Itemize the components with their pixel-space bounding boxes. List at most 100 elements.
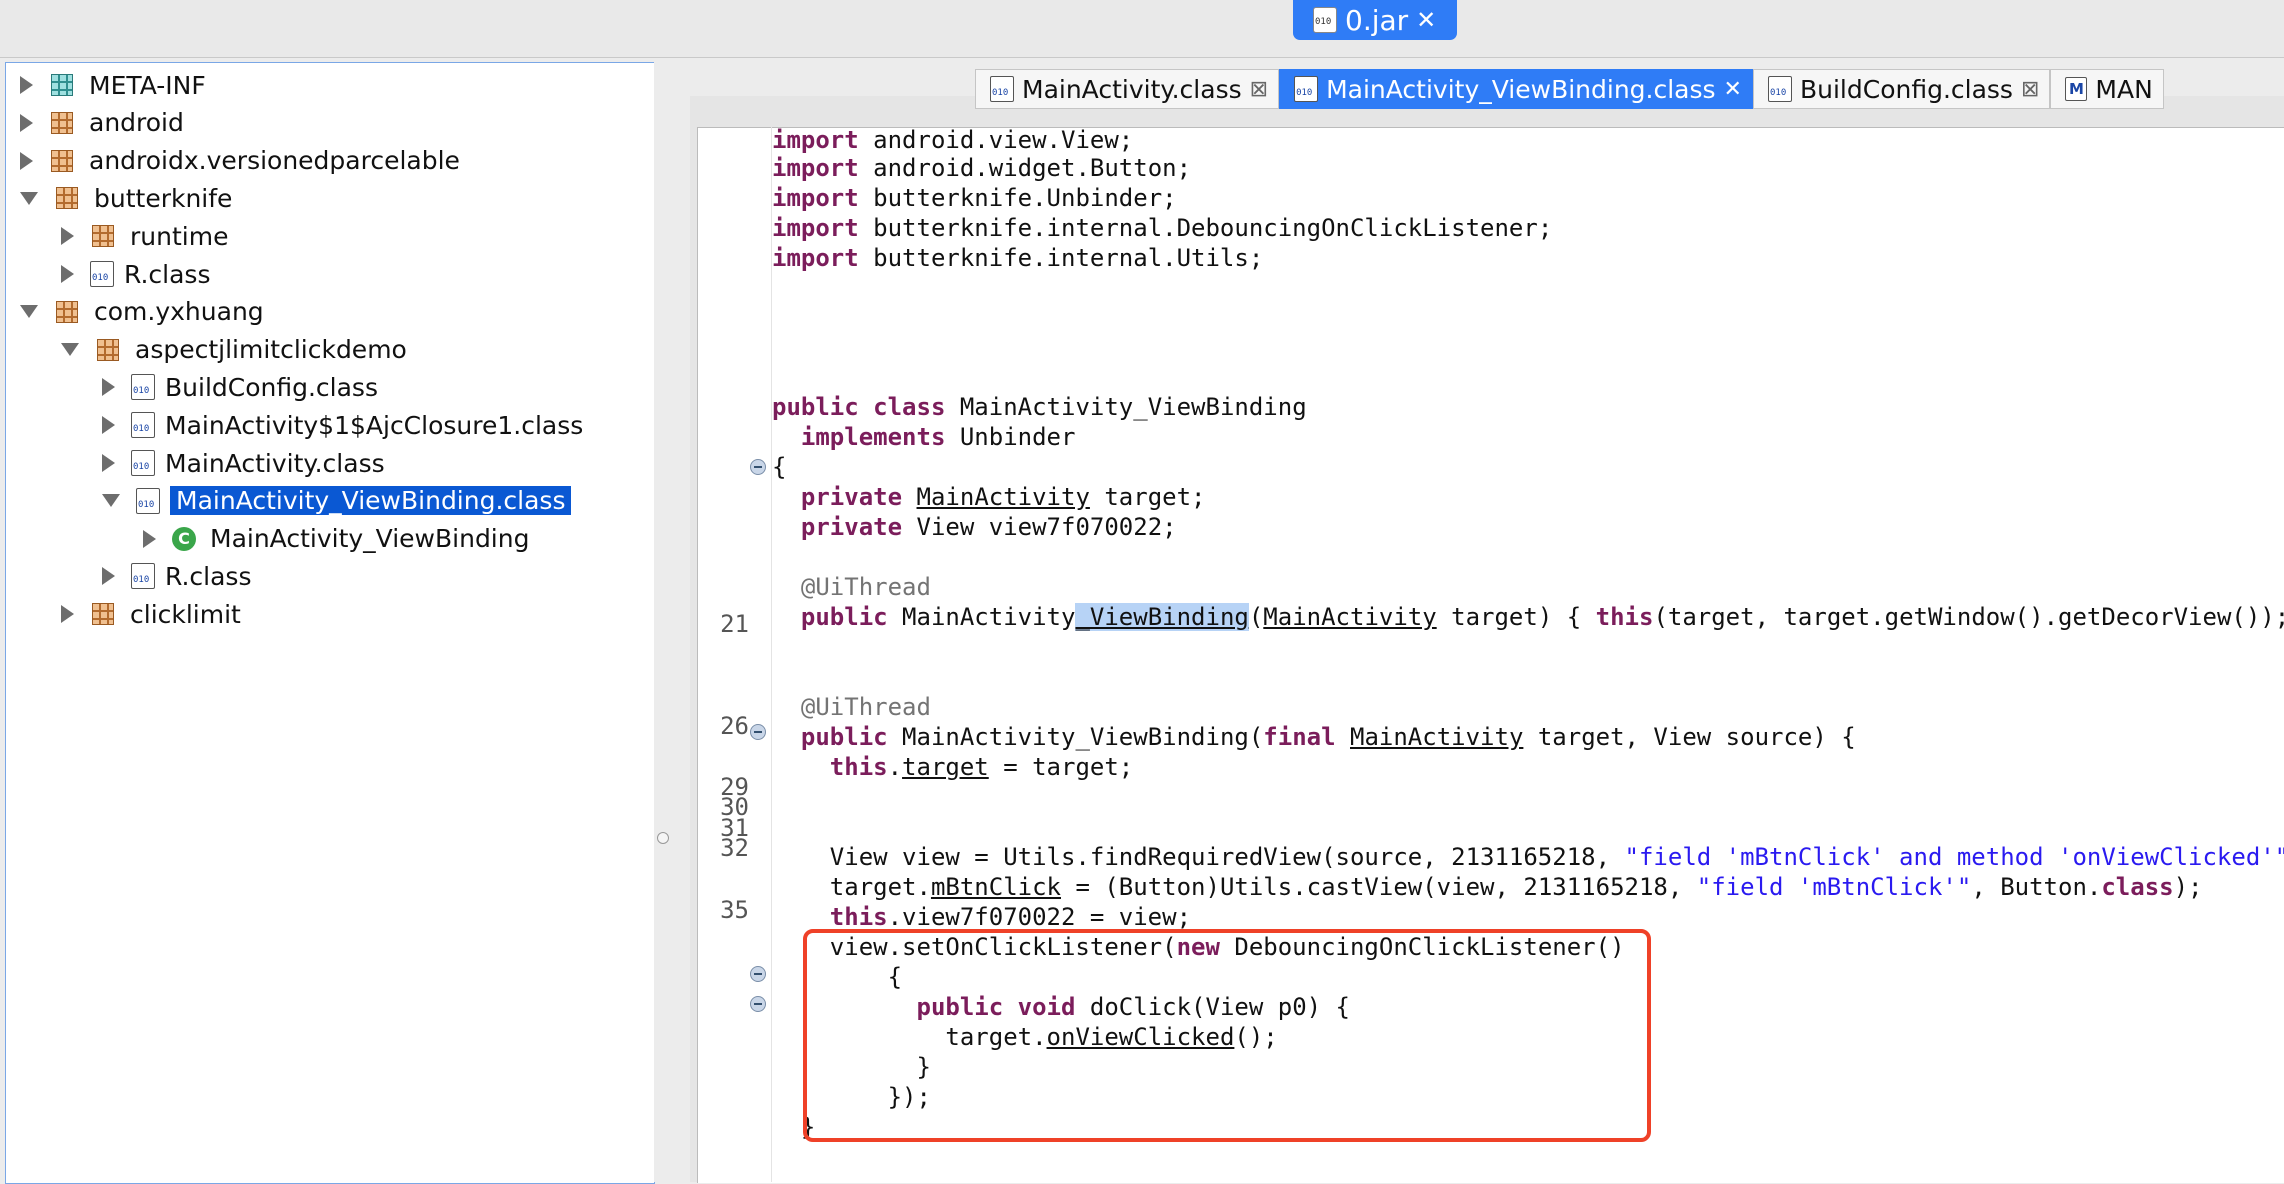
package-icon — [51, 74, 73, 96]
editor-tab[interactable]: MainActivity.class ⊠ — [975, 69, 1280, 109]
editor-tab[interactable]: MainActivity_ViewBinding.class ✕ — [1279, 69, 1753, 109]
package-icon — [92, 603, 114, 626]
expand-right-icon[interactable] — [61, 265, 74, 283]
editor-tabs: MainActivity.class ⊠ MainActivity_ViewBind… — [975, 69, 2164, 109]
expand-right-icon[interactable] — [102, 378, 115, 397]
line-number: 35 — [720, 896, 749, 924]
expand-right-icon[interactable] — [102, 454, 115, 472]
jar-file-icon — [1313, 7, 1337, 33]
expand-right-icon[interactable] — [61, 605, 74, 624]
class-file-icon — [131, 412, 155, 439]
tree-node[interactable]: android — [20, 105, 184, 141]
code-line: target.mBtnClick = (Button)Utils.castVie… — [829, 873, 2203, 901]
editor-tab[interactable]: BuildConfig.class ⊠ — [1752, 69, 2051, 109]
editor-tab-label: BuildConfig.class — [1799, 74, 2013, 104]
tree-node[interactable]: clicklimit — [61, 596, 241, 632]
tree-node-label: R.class — [165, 561, 252, 591]
tree-node-label: aspectjlimitclickdemo — [135, 335, 407, 365]
class-file-icon — [131, 450, 155, 476]
jar-tab[interactable]: 0.jar ✕ — [1293, 0, 1457, 40]
expand-down-icon[interactable] — [20, 305, 38, 319]
code-line: @UiThread — [800, 573, 931, 601]
expand-down-icon[interactable] — [61, 343, 79, 357]
tree-node-label: MainActivity_ViewBinding — [210, 524, 530, 554]
code-line: import butterknife.internal.Utils; — [772, 244, 1264, 272]
tree-node-label: com.yxhuang — [94, 297, 264, 327]
code-line: implements Unbinder — [800, 423, 1076, 451]
tree-node[interactable]: MainActivity.class — [102, 445, 385, 481]
tree-node-label: runtime — [130, 221, 229, 251]
code-line: this.target = target; — [829, 753, 1134, 781]
splitter[interactable] — [654, 62, 674, 1182]
package-tree: META-INF android androidx.versionedparcela… — [5, 62, 655, 1184]
code-line: { — [772, 453, 787, 481]
jar-tab-label: 0.jar — [1345, 3, 1409, 37]
tree-node-label: butterknife — [94, 183, 233, 213]
class-file-icon — [136, 487, 160, 514]
highlight-annotation-box — [803, 929, 1651, 1142]
class-file-icon — [1767, 76, 1792, 102]
class-file-icon — [1294, 76, 1319, 102]
code-line: import android.widget.Button; — [772, 154, 1192, 182]
tree-node[interactable]: MainActivity$1$AjcClosure1.class — [102, 407, 583, 443]
tree-node[interactable]: R.class — [102, 558, 252, 594]
tree-node-label: BuildConfig.class — [165, 372, 378, 402]
tree-node-label: android — [89, 108, 184, 138]
editor-tab-label: MAN — [2095, 74, 2153, 104]
expand-right-icon[interactable] — [20, 113, 33, 132]
code-line: public MainActivity_ViewBinding(MainActi… — [800, 603, 2284, 631]
splitter-handle[interactable] — [657, 832, 669, 844]
tree-node[interactable]: androidx.versionedparcelable — [20, 143, 460, 179]
top-bar: 0.jar ✕ — [0, 0, 2284, 58]
expand-down-icon[interactable] — [20, 191, 38, 205]
line-number: 21 — [720, 610, 749, 638]
tree-node[interactable]: MainActivity_ViewBinding.class — [102, 483, 572, 519]
tree-node[interactable]: C MainActivity_ViewBinding — [143, 521, 529, 557]
code-line: @UiThread — [800, 693, 931, 721]
editor-tab-label: MainActivity.class — [1022, 74, 1242, 104]
class-file-icon — [990, 76, 1014, 102]
close-icon[interactable]: ✕ — [1724, 77, 1742, 102]
class-file-icon — [131, 563, 155, 590]
code-line: import butterknife.Unbinder; — [772, 184, 1177, 212]
expand-right-icon[interactable] — [102, 416, 115, 435]
expand-right-icon[interactable] — [20, 76, 33, 94]
tree-node[interactable]: com.yxhuang — [20, 294, 264, 330]
expand-right-icon[interactable] — [20, 151, 33, 170]
expand-down-icon[interactable] — [102, 494, 120, 508]
close-icon[interactable]: ⊠ — [1250, 77, 1268, 102]
expand-right-icon[interactable] — [61, 227, 74, 246]
line-number: 26 — [720, 712, 749, 740]
close-icon[interactable]: ✕ — [1416, 6, 1436, 34]
code-line: private MainActivity target; — [800, 483, 1206, 511]
fold-toggle-icon[interactable] — [750, 459, 766, 475]
code-line: View view = Utils.findRequiredView(sourc… — [829, 843, 2284, 871]
expand-right-icon[interactable] — [102, 567, 115, 586]
code-line: public MainActivity_ViewBinding(final Ma… — [800, 723, 1856, 751]
editor-tab-label: MainActivity_ViewBinding.class — [1326, 74, 1716, 104]
tree-node[interactable]: R.class — [61, 256, 211, 292]
tree-node-label: MainActivity$1$AjcClosure1.class — [165, 410, 584, 440]
tree-node-label: clicklimit — [130, 599, 241, 629]
tree-node-label: androidx.versionedparcelable — [89, 146, 460, 176]
editor-tab[interactable]: M MAN — [2050, 69, 2164, 109]
expand-right-icon[interactable] — [143, 529, 156, 548]
fold-toggle-icon[interactable] — [750, 996, 766, 1012]
tree-node[interactable]: runtime — [61, 218, 228, 254]
close-icon[interactable]: ⊠ — [2021, 77, 2039, 102]
tree-node-label: MainActivity.class — [165, 448, 385, 478]
line-number: 32 — [720, 834, 749, 862]
tree-node-label: META-INF — [89, 70, 206, 100]
code-line: this.view7f070022 = view; — [829, 903, 1192, 931]
fold-toggle-icon[interactable] — [750, 724, 766, 740]
class-file-icon — [90, 261, 114, 287]
tree-node[interactable]: BuildConfig.class — [102, 369, 378, 405]
fold-toggle-icon[interactable] — [750, 966, 766, 982]
tree-node-label: MainActivity_ViewBinding.class — [170, 486, 572, 516]
package-icon — [56, 300, 78, 323]
tree-node[interactable]: butterknife — [20, 180, 232, 216]
tree-node[interactable]: META-INF — [20, 67, 206, 103]
package-icon — [51, 111, 73, 134]
code-line: import butterknife.internal.DebouncingOn… — [772, 214, 1553, 242]
tree-node[interactable]: aspectjlimitclickdemo — [61, 332, 407, 368]
